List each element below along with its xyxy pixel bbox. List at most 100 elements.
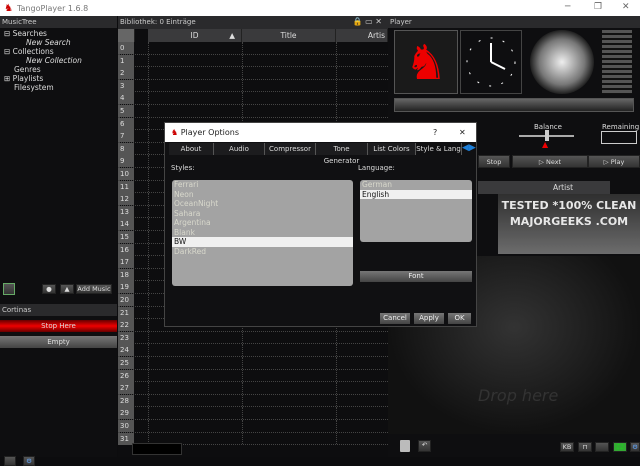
table-row[interactable]: 3 [118,79,388,93]
list-item[interactable]: Argentina [172,218,353,228]
table-row[interactable]: 26 [118,369,388,383]
row-number[interactable]: 0 [118,42,134,54]
row-number[interactable]: 5 [118,105,134,117]
list-item[interactable]: English [360,189,472,199]
row-number[interactable]: 30 [118,420,134,432]
row-number[interactable]: 19 [118,281,134,294]
tab-style-lang[interactable]: Style & Lang [416,143,462,155]
table-row[interactable]: 0 [118,42,388,55]
row-number[interactable]: 22 [118,319,134,332]
waveform-button[interactable]: ⊓ [578,442,592,452]
search-button[interactable]: ● [42,284,56,294]
row-number[interactable]: 11 [118,180,134,193]
empty-item[interactable]: Empty [0,336,117,348]
row-number[interactable]: 23 [118,331,134,344]
row-number[interactable]: 8 [118,142,134,155]
list-item[interactable]: German [360,180,472,190]
cancel-button[interactable]: Cancel [380,313,410,324]
list-item[interactable]: Ferrari [172,180,353,190]
list-item[interactable]: Neon [172,190,353,200]
stop-button[interactable]: Stop [478,155,510,168]
row-number[interactable]: 20 [118,294,134,306]
table-row[interactable]: 2 [118,67,388,80]
settings-icon[interactable]: ⚙ [23,456,35,466]
row-number[interactable]: 10 [118,168,134,180]
trash-icon[interactable] [400,440,410,452]
tab-scroll-arrows[interactable]: ◀▶ [462,143,476,153]
tab-about[interactable]: About [169,143,214,155]
table-row[interactable]: 4 [118,92,388,105]
help-button[interactable]: ? [433,123,437,142]
row-number[interactable]: 16 [118,243,134,256]
tab-compressor[interactable]: Compressor [265,143,316,155]
maximize-button[interactable]: ❐ [594,2,602,12]
row-number[interactable]: 15 [118,231,134,243]
language-list[interactable]: German English [360,180,472,242]
list-item[interactable]: Blank [172,228,353,238]
list-item[interactable]: DarkRed [172,247,353,257]
table-row[interactable]: 30 [118,420,388,433]
row-number[interactable]: 4 [118,92,134,105]
tree-new-search[interactable]: New Search [4,38,117,47]
styles-list[interactable]: Ferrari Neon OceanNight Sahara Argentina Blan… [172,180,353,286]
tree-playlists[interactable]: ⊞ Playlists [4,74,117,83]
player-settings-icon[interactable]: ⚙ [630,442,640,452]
row-number[interactable]: 29 [118,407,134,420]
row-number[interactable]: 1 [118,54,134,67]
row-number[interactable]: 14 [118,218,134,231]
row-number[interactable]: 9 [118,155,134,168]
row-number[interactable]: 13 [118,205,134,218]
row-number[interactable]: 6 [118,117,134,130]
tab-tone-generator[interactable]: Tone Generator [316,143,368,165]
row-number[interactable]: 24 [118,344,134,357]
ok-button[interactable]: OK [448,313,471,324]
progress-bar[interactable] [394,98,634,112]
library-window-controls[interactable]: 🔒 ▭ ✕ [353,16,382,28]
row-number[interactable]: 2 [118,67,134,80]
tree-searches[interactable]: ⊟ Searches [4,29,117,38]
row-number[interactable]: 26 [118,369,134,382]
list-item[interactable]: Sahara [172,209,353,219]
table-row[interactable]: 28 [118,394,388,408]
column-artist[interactable]: Artis [336,29,388,42]
up-button[interactable]: ▲ [60,284,74,294]
headphones-icon[interactable] [4,456,16,466]
volume-knob[interactable] [530,30,594,94]
minimize-button[interactable]: ─ [565,2,570,12]
table-row[interactable]: 29 [118,407,388,420]
library-icon[interactable] [3,283,15,295]
column-id[interactable]: ID ▲ [148,29,242,42]
stop-here-item[interactable]: Stop Here [0,320,117,332]
horizontal-scrollbar[interactable] [132,443,182,455]
list-item[interactable]: BW [172,237,353,247]
row-number[interactable]: 27 [118,382,134,395]
row-number[interactable]: 7 [118,130,134,143]
table-row[interactable]: 27 [118,382,388,395]
kb-button[interactable]: KB [560,442,574,452]
tab-list-colors[interactable]: List Colors [368,143,416,155]
queue-column-artist[interactable]: Artist [516,181,610,194]
play-button[interactable]: ▷ Play [588,155,640,168]
column-title[interactable]: Title [242,29,336,42]
table-row[interactable]: 5 [118,105,388,118]
fullscreen-icon[interactable]: ⛶ [613,442,627,452]
row-number[interactable]: 28 [118,394,134,407]
row-number[interactable]: 18 [118,268,134,281]
tab-audio[interactable]: Audio [214,143,265,155]
table-row[interactable]: 1 [118,54,388,68]
next-button[interactable]: ▷ Next [512,155,588,168]
tree-filesystem[interactable]: Filesystem [4,83,117,92]
tree-collections[interactable]: ⊟ Collections [4,47,117,56]
select-all-corner[interactable] [118,29,135,42]
row-number[interactable]: 12 [118,193,134,206]
undo-icon[interactable]: ↶ [418,440,431,452]
queue-column[interactable] [478,181,516,194]
row-number[interactable]: 3 [118,79,134,92]
tree-genres[interactable]: Genres [4,65,117,74]
toggle-button[interactable] [595,442,609,452]
table-row[interactable]: 24 [118,344,388,357]
table-row[interactable]: 25 [118,357,388,370]
font-button[interactable]: Font [360,271,472,282]
close-button[interactable]: ✕ [622,2,630,12]
tree-new-collection[interactable]: New Collection [4,56,117,65]
